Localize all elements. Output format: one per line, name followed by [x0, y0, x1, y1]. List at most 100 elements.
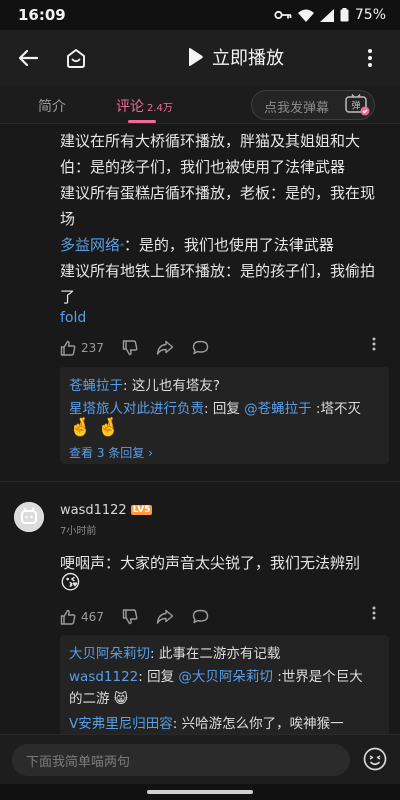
comment-text-line: 伯：是的孩子们，我们也被使用了法律武器 — [60, 158, 346, 176]
reply-preview[interactable]: 苍蝇拉于: 这儿也有塔友? 星塔旅人对此进行负责: 回复 @苍蝇拉于 :塔不灭 … — [60, 367, 389, 464]
comment-text: 哽咽声：大家的声音太尖锐了，我们无法辨别 — [60, 554, 361, 572]
tab-comments-count: 2.4万 — [147, 103, 173, 114]
signal-icon — [319, 8, 334, 22]
comment-divider — [0, 481, 400, 482]
reply-text: : 此事在二游亦有记载 — [150, 646, 281, 662]
comment-input[interactable]: 下面我简单喵两句 — [12, 744, 350, 776]
home-tv-icon — [67, 49, 85, 68]
danmaku-input[interactable]: 点我发弹幕 弹 — [251, 90, 375, 120]
comment-text-line: 建议在所有大桥循环播放，胖猫及其姐姐和大 — [60, 132, 361, 150]
status-icons: 75% — [274, 7, 386, 23]
back-button[interactable] — [4, 34, 52, 82]
reply-item: 星塔旅人对此进行负责: 回复 @苍蝇拉于 :塔不灭 — [69, 397, 361, 417]
reply-username[interactable]: 苍蝇拉于 — [69, 378, 123, 394]
tab-comments[interactable]: 评论 2.4万 — [116, 96, 173, 116]
reply-username[interactable]: 星塔旅人对此进行负责 — [69, 401, 204, 417]
reply-button[interactable] — [192, 609, 209, 625]
status-bar: 16:09 75% — [0, 0, 400, 30]
comment-list: 建议在所有大桥循环播放，胖猫及其姐姐和大 伯：是的孩子们，我们也被使用了法律武器… — [0, 124, 400, 734]
fold-link[interactable]: fold — [60, 310, 86, 326]
reply-mention[interactable]: @苍蝇拉于 — [244, 401, 312, 417]
reply-text: : 回复 — [204, 401, 245, 417]
home-button[interactable] — [52, 34, 100, 82]
thumbs-down-icon — [122, 340, 138, 356]
thumbs-up-icon — [60, 340, 76, 356]
speech-bubble-icon — [192, 340, 209, 355]
thumbs-down-icon — [122, 609, 138, 625]
comment-text-rest: ：是的，我们也使用了法律武器 — [123, 236, 334, 254]
view-more-replies-link[interactable]: 查看 3 条回复 › — [69, 444, 153, 461]
play-icon — [189, 48, 203, 66]
default-avatar-icon — [14, 502, 44, 532]
dislike-button[interactable] — [122, 340, 138, 356]
reply-mention[interactable]: @大贝阿朵莉切 — [178, 669, 273, 685]
reply-item: wasd1122: 回复 @大贝阿朵莉切 :世界是个巨大 — [69, 665, 363, 685]
comment-input-placeholder: 下面我简单喵两句 — [26, 755, 131, 770]
comment-actions: 467 — [60, 606, 376, 628]
reply-text: :塔不灭 — [311, 401, 361, 417]
reply-item: 大贝阿朵莉切: 此事在二游亦有记载 — [69, 642, 280, 662]
comment-text-line: 场 — [60, 210, 76, 228]
reply-item: V安弗里尼归田容: 兴哈游怎么你了，唉神猴一 — [69, 712, 344, 732]
comment-actions: 237 — [60, 337, 376, 359]
more-vertical-icon — [372, 337, 376, 351]
emoji-face-icon — [363, 747, 387, 771]
reply-username[interactable]: V安弗里尼归田容 — [69, 716, 173, 732]
reply-text: : 兴哈游怎么你了，唉神猴一 — [172, 716, 344, 732]
comment-text-line: 了 — [60, 288, 76, 306]
danmaku-icon-text: 弹 — [351, 100, 360, 112]
emoji-button[interactable] — [362, 746, 388, 776]
share-icon — [156, 609, 174, 624]
more-vertical-icon — [372, 606, 376, 620]
play-now-button[interactable]: 立即播放 — [186, 44, 284, 70]
top-bar: 立即播放 — [0, 30, 400, 86]
dislike-button[interactable] — [122, 609, 138, 625]
share-icon — [156, 340, 174, 355]
comment-text-line: 建议所有地铁上循环播放：是的孩子们，我偷拍 — [60, 262, 376, 280]
comment-input-bar: 下面我简单喵两句 — [0, 734, 400, 784]
reply-button[interactable] — [192, 340, 209, 356]
comment-more-button[interactable] — [372, 337, 376, 351]
status-time: 16:09 — [18, 6, 66, 24]
arrow-left-icon — [18, 49, 38, 67]
reply-username[interactable]: 大贝阿朵莉切 — [69, 646, 150, 662]
crossed-fingers-emoji: 🤞 🤞 — [69, 417, 120, 438]
reply-text: : 回复 — [138, 669, 179, 685]
danmaku-placeholder: 点我发弹幕 — [264, 101, 330, 116]
gesture-nav-bar — [0, 784, 400, 800]
thumbs-up-icon — [60, 609, 76, 625]
username-text: wasd1122 — [60, 503, 127, 518]
share-button[interactable] — [156, 340, 174, 356]
play-now-label: 立即播放 — [212, 48, 284, 69]
home-indicator[interactable] — [147, 790, 253, 794]
vpn-key-icon — [274, 9, 292, 21]
mention-link[interactable]: 多益网络 — [60, 236, 120, 254]
tab-intro[interactable]: 简介 — [38, 96, 66, 116]
wifi-icon — [297, 9, 314, 22]
share-button[interactable] — [156, 609, 174, 625]
username[interactable]: wasd1122 LV5 — [60, 503, 153, 518]
comment-text-line: 建议所有蛋糕店循环播放，老板：是的，我在现 — [60, 184, 376, 202]
like-button[interactable]: 467 — [60, 609, 104, 625]
tab-comments-label: 评论 — [116, 99, 144, 115]
level-badge: LV5 — [130, 505, 153, 515]
reply-text-continued: 的二游 😸 — [69, 691, 128, 707]
reply-text: :世界是个巨大 — [272, 669, 363, 685]
avatar[interactable] — [14, 502, 44, 532]
like-count: 467 — [81, 610, 104, 624]
danmaku-toggle-icon[interactable]: 弹 — [344, 93, 370, 121]
tab-bar: 简介 评论 2.4万 点我发弹幕 弹 — [0, 86, 400, 124]
more-options-button[interactable] — [346, 34, 394, 82]
comment-text-line: 多益网络ᐢ：是的，我们也使用了法律武器 — [60, 234, 334, 255]
like-count: 237 — [81, 341, 104, 355]
reply-text: : 这儿也有塔友? — [123, 378, 221, 394]
more-vertical-icon — [368, 49, 372, 67]
reply-preview[interactable]: 大贝阿朵莉切: 此事在二游亦有记载 wasd1122: 回复 @大贝阿朵莉切 :… — [60, 635, 389, 734]
reply-item: 苍蝇拉于: 这儿也有塔友? — [69, 374, 220, 394]
comment-more-button[interactable] — [372, 606, 376, 620]
comment-time: 7小时前 — [60, 526, 97, 537]
reply-username[interactable]: wasd1122 — [69, 669, 138, 685]
like-button[interactable]: 237 — [60, 340, 104, 356]
tab-active-indicator — [128, 120, 156, 123]
speech-bubble-icon — [192, 609, 209, 624]
